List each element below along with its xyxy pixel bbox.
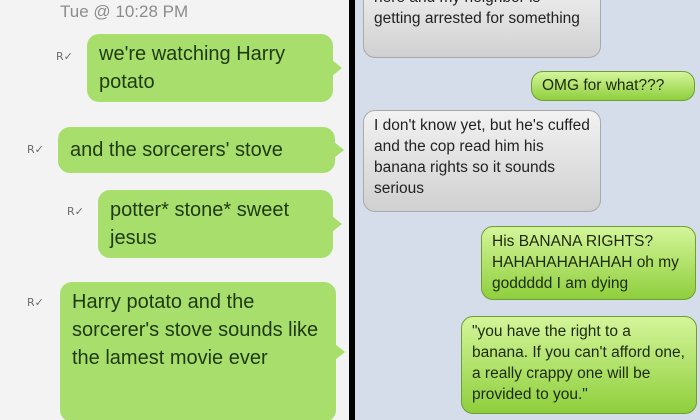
message-text: I don't know yet, but he's cuffed and th… <box>374 117 590 197</box>
read-receipt-icon: R✓ <box>27 296 44 309</box>
sent-message-bubble[interactable]: OMG for what??? <box>531 71 695 101</box>
sent-message-bubble[interactable]: His BANANA RIGHTS? HAHAHAHAHAHAH oh my g… <box>481 226 696 300</box>
message-text: here and my neighbor is getting arrested… <box>374 0 580 27</box>
read-receipt-icon: R✓ <box>27 143 44 156</box>
message-text: and the sorcerers' stove <box>70 139 283 161</box>
sent-message-bubble[interactable]: we're watching Harry potato <box>87 34 342 102</box>
read-receipt-icon: R✓ <box>56 50 73 63</box>
message-text: "you have the right to a banana. If you … <box>472 323 685 403</box>
timestamp: Tue @ 10:28 PM <box>60 2 189 21</box>
message-text: His BANANA RIGHTS? HAHAHAHAHAHAH oh my g… <box>492 233 679 292</box>
sent-message-bubble[interactable]: "you have the right to a banana. If you … <box>461 316 697 414</box>
sent-message-bubble[interactable]: Harry potato and the sorcerer's stove so… <box>60 282 345 420</box>
sent-message-bubble[interactable]: and the sorcerers' stove <box>58 127 344 173</box>
right-conversation-panel: here and my neighbor is getting arrested… <box>355 0 700 420</box>
message-text: potter* stone* sweet jesus <box>110 199 289 249</box>
received-message-bubble[interactable]: I don't know yet, but he's cuffed and th… <box>363 110 601 212</box>
message-text: Harry potato and the sorcerer's stove so… <box>72 291 319 369</box>
message-text: OMG for what??? <box>542 77 665 94</box>
read-receipt-icon: R✓ <box>67 205 84 218</box>
received-message-bubble[interactable]: here and my neighbor is getting arrested… <box>363 0 601 58</box>
sent-message-bubble[interactable]: potter* stone* sweet jesus <box>98 190 342 258</box>
left-conversation-panel: Tue @ 10:28 PM R✓ we're watching Harry p… <box>0 0 349 420</box>
message-text: we're watching Harry potato <box>99 43 286 93</box>
